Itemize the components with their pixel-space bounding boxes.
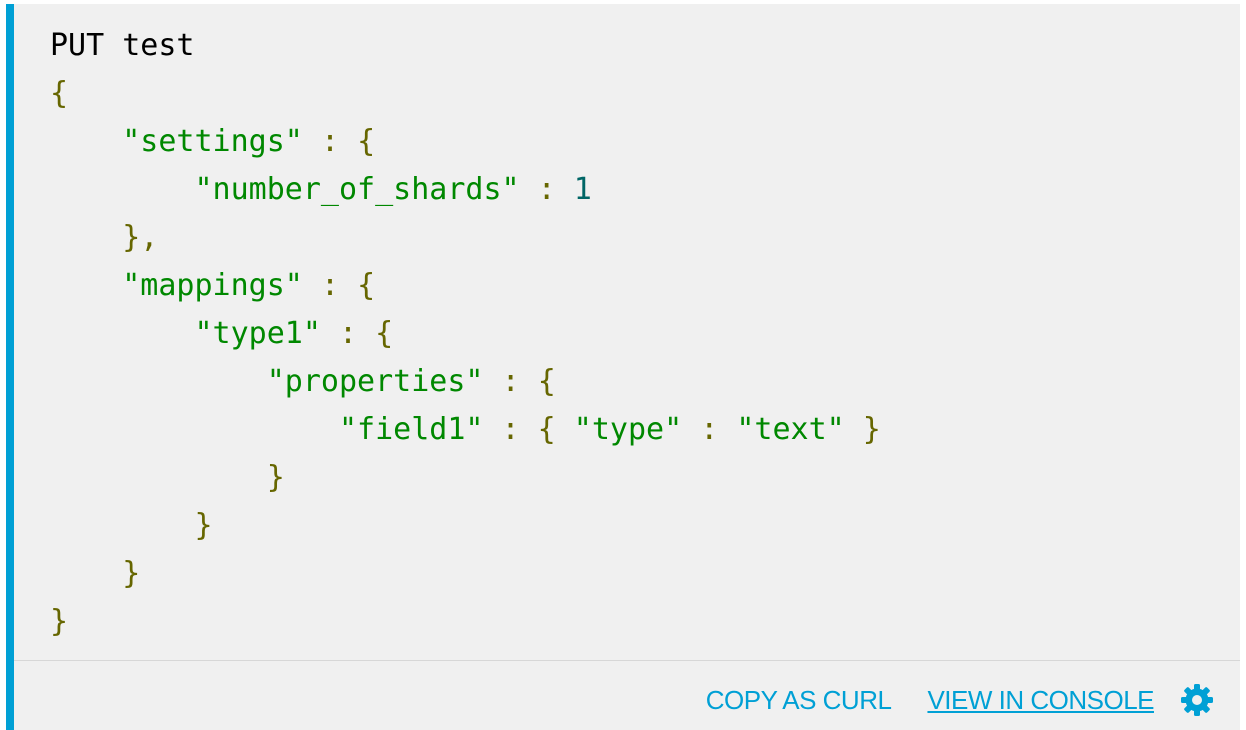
- code-punctuation: :: [501, 364, 520, 399]
- code-method: PUT: [50, 28, 105, 63]
- code-line: "properties" : {: [50, 358, 1220, 406]
- code-punctuation: {: [375, 316, 394, 351]
- code-snippet: PUT test { "settings" : { "number_of_shar…: [6, 4, 1240, 730]
- code-line: },: [50, 214, 1220, 262]
- code-string: "type1": [194, 316, 321, 351]
- code-line: }: [50, 454, 1220, 502]
- code-line: "field1" : { "type" : "text" }: [50, 406, 1220, 454]
- code-line: "number_of_shards" : 1: [50, 166, 1220, 214]
- code-punctuation: }: [50, 604, 69, 639]
- copy-as-curl-link[interactable]: COPY AS CURL: [706, 685, 892, 716]
- code-line: "settings" : {: [50, 118, 1220, 166]
- gear-icon[interactable]: [1180, 683, 1214, 717]
- code-punctuation: {: [357, 124, 376, 159]
- code-line: "type1" : {: [50, 310, 1220, 358]
- view-in-console-link[interactable]: VIEW IN CONSOLE: [927, 685, 1154, 716]
- code-punctuation: }: [862, 412, 881, 447]
- code-punctuation: {: [537, 412, 556, 447]
- code-string: "mappings": [122, 268, 303, 303]
- code-string: "text": [736, 412, 845, 447]
- code-punctuation: :: [339, 316, 358, 351]
- code-number: 1: [573, 172, 592, 207]
- code-string: "settings": [122, 124, 303, 159]
- code-line: PUT test: [50, 22, 1220, 70]
- code-string: "properties": [266, 364, 484, 399]
- code-punctuation: :: [700, 412, 719, 447]
- code-string: "field1": [338, 412, 484, 447]
- code-line: "mappings" : {: [50, 262, 1220, 310]
- code-punctuation: :: [501, 412, 520, 447]
- code-punctuation: }: [266, 460, 285, 495]
- code-punctuation: }: [194, 508, 213, 543]
- code-punctuation: },: [122, 220, 159, 255]
- code-punctuation: {: [357, 268, 376, 303]
- code-line: }: [50, 550, 1220, 598]
- code-line: }: [50, 598, 1220, 646]
- code-string: "number_of_shards": [194, 172, 520, 207]
- code-punctuation: :: [537, 172, 556, 207]
- code-string: "type": [573, 412, 683, 447]
- code-punctuation: {: [537, 364, 556, 399]
- code-punctuation: :: [320, 268, 339, 303]
- code-block: PUT test { "settings" : { "number_of_shar…: [50, 22, 1220, 646]
- code-line: }: [50, 502, 1220, 550]
- code-punctuation: }: [122, 556, 141, 591]
- code-punctuation: {: [50, 76, 69, 111]
- snippet-actions: COPY AS CURL VIEW IN CONSOLE: [706, 683, 1214, 717]
- code-line: {: [50, 70, 1220, 118]
- snippet-footer: COPY AS CURL VIEW IN CONSOLE: [14, 660, 1240, 730]
- code-punctuation: :: [320, 124, 339, 159]
- code-path: test: [122, 28, 195, 63]
